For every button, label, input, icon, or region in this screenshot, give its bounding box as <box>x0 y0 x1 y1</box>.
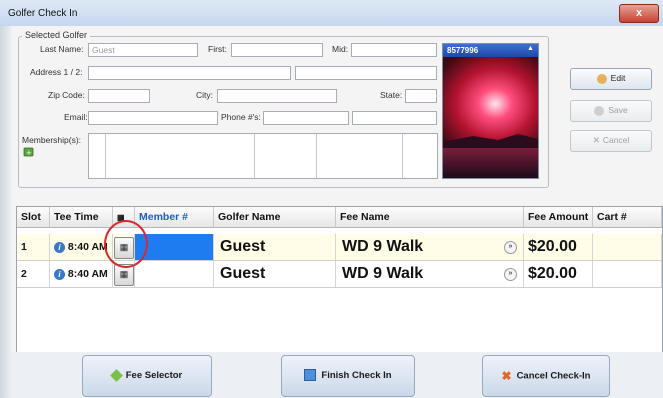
edit-button[interactable]: Edit <box>570 68 652 90</box>
fee-name-value: WD 9 Walk <box>342 265 424 282</box>
zip-label: Zip Code: <box>48 90 85 100</box>
member-number-cell[interactable] <box>135 261 214 287</box>
tag-icon <box>109 369 123 382</box>
address-label: Address 1 / 2: <box>30 67 83 77</box>
last-name-label: Last Name: <box>40 44 84 54</box>
cancel-edit-button[interactable]: ✕ Cancel <box>570 130 652 152</box>
slot-cell: 2 <box>17 261 50 287</box>
tee-time-cell: i 8:40 AM <box>50 261 113 287</box>
phone-label: Phone #'s: <box>221 112 261 122</box>
zip-field[interactable] <box>88 89 150 103</box>
title-bar <box>0 0 663 27</box>
phone2-field[interactable] <box>352 111 437 125</box>
save-button[interactable]: Save <box>570 100 652 122</box>
column-header-cart[interactable]: Cart # <box>593 207 662 228</box>
cancel-check-in-label: Cancel Check-In <box>516 370 591 382</box>
golfer-photo: 8577996 ▲ <box>442 43 539 179</box>
phone1-field[interactable] <box>263 111 349 125</box>
membership-list[interactable] <box>88 133 438 179</box>
membership-column-divider <box>402 134 403 178</box>
membership-label: Membership(s): <box>22 135 82 145</box>
column-header-fee-amount[interactable]: Fee Amount <box>524 207 593 228</box>
cart-cell[interactable] <box>593 261 662 287</box>
first-name-label: First: <box>208 44 227 54</box>
fee-selector-button[interactable]: Fee Selector <box>82 355 212 397</box>
chevron-down-icon[interactable]: » <box>504 241 517 254</box>
table-row[interactable]: 2 i 8:40 AM ▦ Guest WD 9 Walk » $20.00 <box>17 261 662 288</box>
email-label: Email: <box>64 112 88 122</box>
finish-check-in-button[interactable]: Finish Check In <box>281 355 415 397</box>
check-in-icon <box>304 369 317 382</box>
cancel-x-icon: ✕ <box>592 135 600 145</box>
group-title: Selected Golfer <box>22 30 91 40</box>
membership-column-divider <box>254 134 255 178</box>
user-save-icon <box>594 105 605 116</box>
city-label: City: <box>196 90 213 100</box>
middle-name-field[interactable] <box>351 43 437 57</box>
info-icon[interactable]: i <box>54 268 65 280</box>
slot-cell: 1 <box>17 234 50 260</box>
edit-label: Edit <box>610 73 626 83</box>
info-icon[interactable]: i <box>54 241 65 253</box>
column-header-tee-time[interactable]: Tee Time <box>50 207 113 228</box>
cancel-x-icon: ✖ <box>501 369 512 383</box>
fee-name-value: WD 9 Walk <box>342 238 424 255</box>
save-label: Save <box>608 105 628 115</box>
first-name-field[interactable] <box>231 43 323 57</box>
cart-cell[interactable] <box>593 234 662 260</box>
chevron-down-icon[interactable]: » <box>504 268 517 281</box>
add-membership-icon[interactable]: + <box>23 146 35 157</box>
column-header-member[interactable]: Member # <box>135 207 214 228</box>
svg-text:+: + <box>26 149 32 157</box>
tee-time-value: 8:40 AM <box>67 268 108 280</box>
cancel-check-in-button[interactable]: ✖ Cancel Check-In <box>482 355 610 397</box>
address2-field[interactable] <box>295 66 437 80</box>
window-left-edge <box>0 26 12 398</box>
fee-selector-label: Fee Selector <box>125 370 183 381</box>
finish-check-in-label: Finish Check In <box>321 370 392 381</box>
user-edit-icon <box>596 73 607 84</box>
address1-field[interactable] <box>88 66 291 80</box>
tee-time-value: 8:40 AM <box>67 241 108 253</box>
column-header-fee-name[interactable]: Fee Name <box>336 207 524 228</box>
email-field[interactable] <box>88 111 218 125</box>
state-field[interactable] <box>405 89 437 103</box>
middle-name-label: Mid: <box>332 44 349 54</box>
close-button[interactable]: x <box>619 4 659 23</box>
city-field[interactable] <box>217 89 337 103</box>
column-header-slot[interactable]: Slot <box>17 207 50 228</box>
fee-name-cell[interactable]: WD 9 Walk » <box>336 261 524 287</box>
cancel-label: Cancel <box>602 135 630 145</box>
photo-collapse-icon[interactable]: ▲ <box>527 45 534 52</box>
fee-amount-cell: $20.00 <box>524 234 593 260</box>
state-label: State: <box>380 90 403 100</box>
golfer-name-cell: Guest <box>214 234 336 260</box>
fee-amount-cell: $20.00 <box>524 261 593 287</box>
last-name-field[interactable]: Guest <box>88 43 198 57</box>
membership-column-divider <box>105 134 106 178</box>
fee-name-cell[interactable]: WD 9 Walk » <box>336 234 524 260</box>
window-title: Golfer Check In <box>8 8 78 19</box>
highlight-circle <box>104 220 148 268</box>
golfer-name-cell: Guest <box>214 261 336 287</box>
membership-column-divider <box>316 134 317 178</box>
column-header-golfer-name[interactable]: Golfer Name <box>214 207 336 228</box>
photo-id-label: 8577996 <box>443 44 538 57</box>
